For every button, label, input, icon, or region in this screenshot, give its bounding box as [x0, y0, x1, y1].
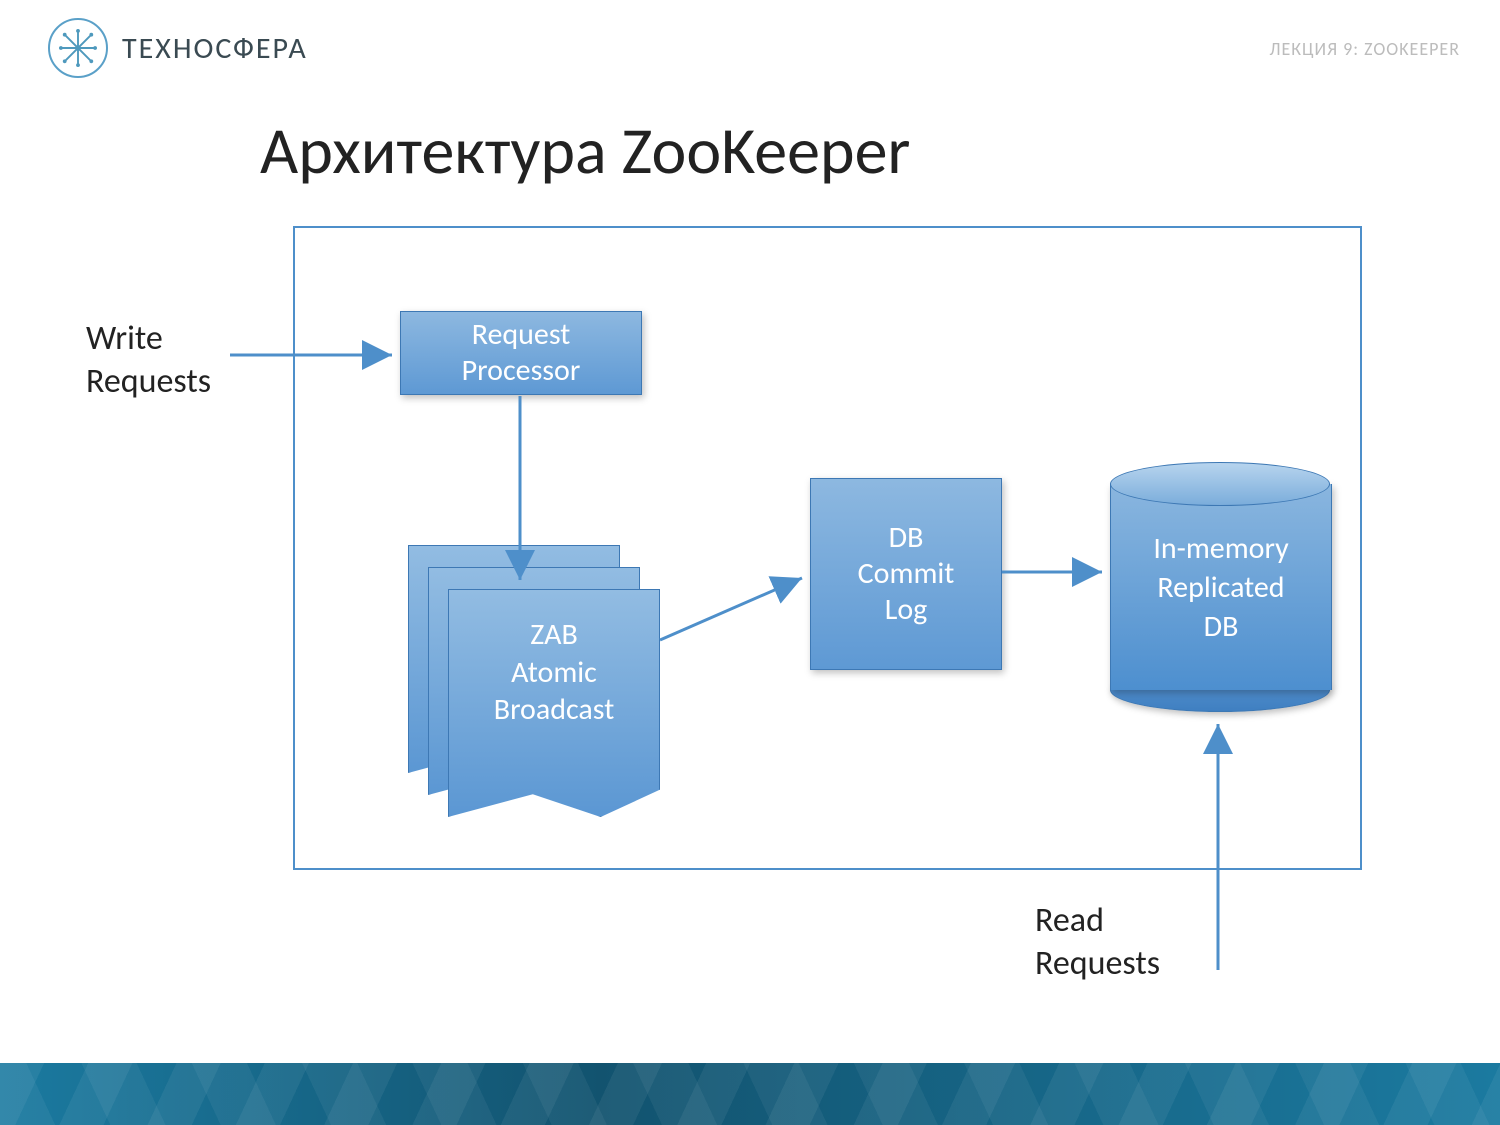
read-requests-label: Read Requests — [1035, 900, 1160, 985]
footer-decoration — [0, 1063, 1500, 1125]
cylinder-top — [1110, 462, 1330, 506]
cylinder-body: In-memory Replicated DB — [1110, 484, 1332, 690]
write-requests-label: Write Requests — [86, 318, 211, 403]
zab-atomic-broadcast-stack: ZAB Atomic Broadcast — [408, 545, 658, 805]
in-memory-db-cylinder: In-memory Replicated DB — [1110, 462, 1330, 712]
request-processor-node: Request Processor — [400, 311, 642, 395]
zab-doc-front: ZAB Atomic Broadcast — [448, 589, 660, 817]
diagram-canvas: Write Requests Request Processor ZAB Ato… — [0, 0, 1500, 1125]
db-commit-log-node: DB Commit Log — [810, 478, 1002, 670]
